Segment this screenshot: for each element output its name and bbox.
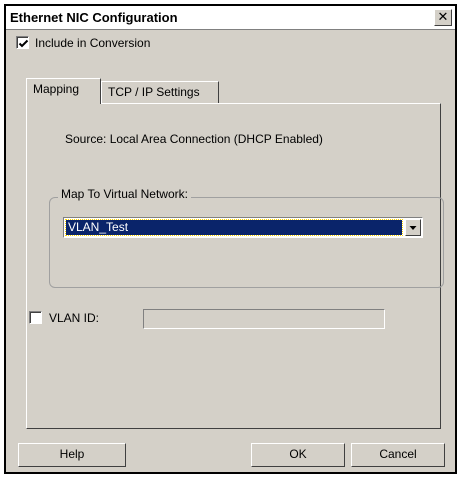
- vlan-id-label: VLAN ID:: [49, 311, 100, 325]
- tab-tcp-ip-settings[interactable]: TCP / IP Settings: [101, 81, 219, 103]
- window-title: Ethernet NIC Configuration: [10, 10, 178, 25]
- include-in-conversion-checkbox[interactable]: [16, 36, 29, 49]
- vlan-id-checkbox[interactable]: [29, 311, 42, 324]
- map-to-virtual-network-group: [49, 197, 444, 288]
- map-to-virtual-network-label: Map To Virtual Network:: [58, 187, 191, 201]
- close-icon: ✕: [437, 9, 449, 24]
- cancel-button[interactable]: Cancel: [351, 443, 445, 467]
- vlan-id-input[interactable]: [143, 309, 385, 329]
- tab-mapping-label: Mapping: [33, 82, 80, 96]
- ok-button-label: OK: [289, 447, 307, 461]
- ok-button[interactable]: OK: [251, 443, 345, 467]
- dialog-window: Ethernet NIC Configuration ✕ Include in …: [4, 4, 457, 474]
- tab-tcp-ip-settings-label: TCP / IP Settings: [108, 85, 200, 99]
- include-in-conversion-label: Include in Conversion: [35, 36, 151, 50]
- title-bar[interactable]: Ethernet NIC Configuration ✕: [6, 6, 455, 30]
- checkmark-icon: [18, 39, 29, 48]
- mapping-tab-panel: Source: Local Area Connection (DHCP Enab…: [26, 103, 444, 429]
- cancel-button-label: Cancel: [379, 447, 417, 461]
- close-button[interactable]: ✕: [434, 9, 452, 26]
- chevron-down-icon: [409, 226, 417, 230]
- source-text: Source: Local Area Connection (DHCP Enab…: [65, 132, 323, 146]
- help-button[interactable]: Help: [18, 443, 126, 467]
- tab-mapping[interactable]: Mapping: [26, 78, 101, 104]
- selected-network: VLAN_Test: [65, 219, 403, 236]
- help-button-label: Help: [59, 447, 85, 461]
- dropdown-button[interactable]: [405, 219, 421, 236]
- virtual-network-select[interactable]: VLAN_Test: [63, 217, 423, 238]
